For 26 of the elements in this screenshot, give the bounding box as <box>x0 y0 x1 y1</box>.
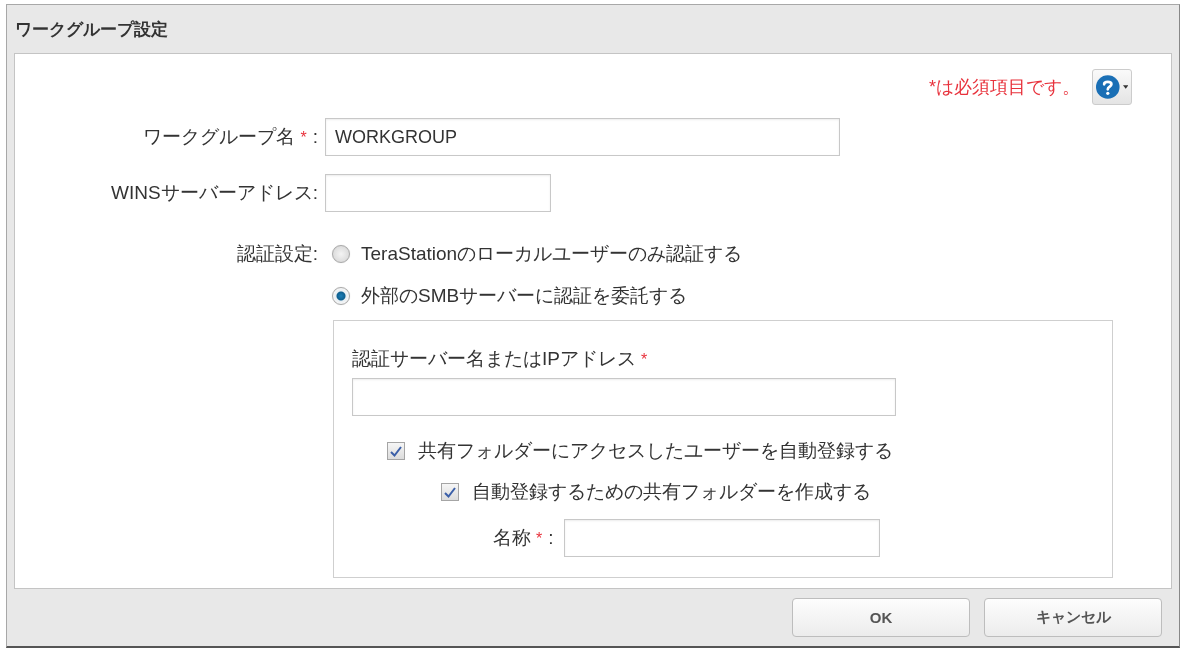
radio-button[interactable] <box>332 287 350 305</box>
check-icon <box>390 445 402 457</box>
checkbox-label: 自動登録するための共有フォルダーを作成する <box>472 480 871 504</box>
required-note: *は必須項目です。 <box>929 76 1080 99</box>
checkbox[interactable] <box>441 483 459 501</box>
radio-label: 外部のSMBサーバーに認証を委託する <box>361 284 688 308</box>
checkbox-label: 共有フォルダーにアクセスしたユーザーを自動登録する <box>418 439 893 463</box>
input-field[interactable]: WORKGROUP <box>325 118 840 156</box>
field-label: WINSサーバーアドレス: <box>110 181 318 205</box>
field-label: 認証サーバー名またはIPアドレス * <box>352 347 649 371</box>
input-field[interactable] <box>352 378 896 416</box>
field-label: 名称 * : <box>493 526 554 550</box>
radio-label: TeraStationのローカルユーザーのみ認証する <box>361 242 743 266</box>
cancel-button[interactable]: キャンセル <box>984 598 1162 637</box>
field-label: ワークグループ名 * : <box>142 124 318 149</box>
ok-button[interactable]: OK <box>792 598 970 637</box>
input-field[interactable] <box>563 519 880 557</box>
check-icon <box>444 486 456 498</box>
help-icon <box>1096 74 1120 100</box>
input-field[interactable] <box>325 174 551 212</box>
checkbox[interactable] <box>387 442 405 460</box>
help-button[interactable] <box>1092 69 1132 105</box>
caret-icon <box>1122 85 1128 89</box>
window-title: ワークグループ設定 <box>15 18 168 41</box>
field-label: 認証設定: <box>235 242 318 266</box>
radio-button[interactable] <box>332 245 350 263</box>
